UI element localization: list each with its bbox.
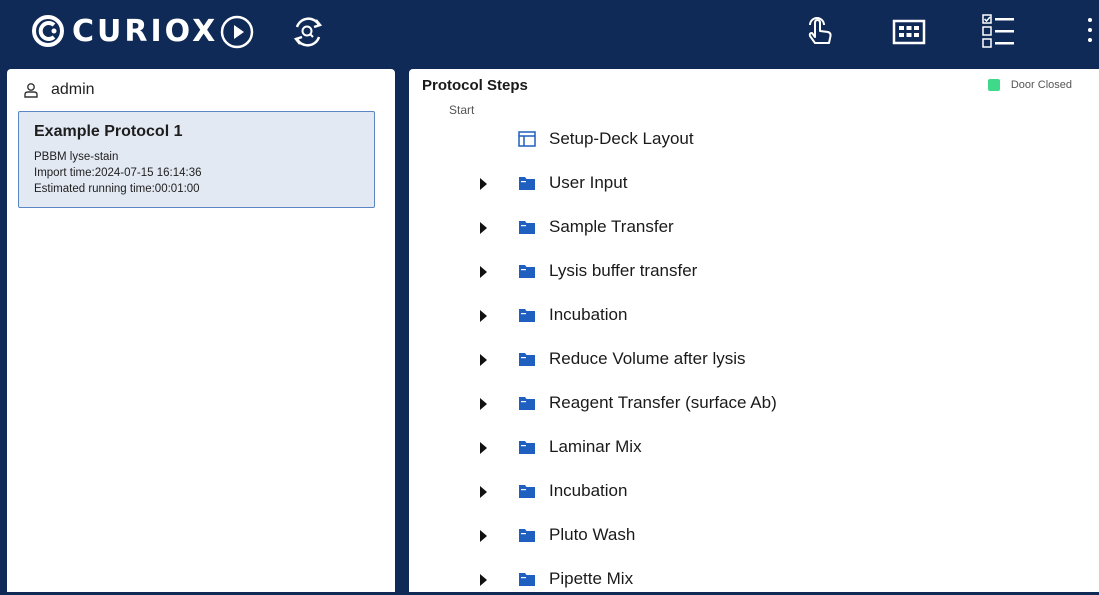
step-label: Sample Transfer: [549, 217, 674, 236]
manual-control-button[interactable]: [799, 12, 839, 52]
protocol-import-time: Import time:2024-07-15 16:14:36: [34, 167, 202, 179]
step-item[interactable]: Incubation: [409, 301, 1069, 331]
step-label: Pluto Wash: [549, 525, 636, 544]
step-item[interactable]: Pluto Wash: [409, 521, 1069, 551]
plate-view-button[interactable]: [889, 12, 929, 52]
step-item[interactable]: Incubation: [409, 477, 1069, 507]
folder-icon: [519, 309, 535, 322]
expand-caret-icon[interactable]: [480, 178, 487, 190]
folder-icon: [519, 529, 535, 542]
logo-text: CURIOX: [72, 13, 219, 49]
step-label: Reduce Volume after lysis: [549, 349, 746, 368]
protocol-running-time: Estimated running time:00:01:00: [34, 183, 200, 195]
step-label: User Input: [549, 173, 628, 192]
refresh-button[interactable]: [288, 12, 328, 52]
expand-caret-icon[interactable]: [480, 486, 487, 498]
step-item[interactable]: Reagent Transfer (surface Ab): [409, 389, 1069, 419]
protocol-card[interactable]: Example Protocol 1 PBBM lyse-stain Impor…: [18, 111, 375, 208]
step-label: Incubation: [549, 305, 628, 324]
protocol-sidebar: admin Example Protocol 1 PBBM lyse-stain…: [7, 69, 395, 592]
protocol-subtitle: PBBM lyse-stain: [34, 151, 119, 163]
start-label: Start: [449, 103, 475, 117]
step-item[interactable]: Pipette Mix: [409, 565, 1069, 595]
step-label: Lysis buffer transfer: [549, 261, 698, 280]
folder-icon: [519, 353, 535, 366]
door-status-indicator: [987, 79, 1000, 91]
step-label: Reagent Transfer (surface Ab): [549, 393, 777, 412]
expand-caret-icon[interactable]: [480, 442, 487, 454]
refresh-search-icon: [293, 17, 323, 47]
run-button[interactable]: [217, 12, 257, 52]
layout-icon: [518, 131, 536, 147]
folder-icon: [519, 265, 535, 278]
step-label: Pipette Mix: [549, 569, 634, 588]
step-label: Setup-Deck Layout: [549, 129, 694, 148]
step-label: Incubation: [549, 481, 628, 500]
user-name: admin: [51, 81, 95, 98]
step-item[interactable]: Laminar Mix: [409, 433, 1069, 463]
step-item[interactable]: Setup-Deck Layout: [409, 125, 1069, 155]
step-item[interactable]: Reduce Volume after lysis: [409, 345, 1069, 375]
protocol-title: Example Protocol 1: [34, 123, 183, 140]
user-icon: [24, 83, 38, 98]
checklist-icon: [982, 14, 1014, 48]
grid-plate-icon: [892, 19, 926, 45]
step-item[interactable]: Sample Transfer: [409, 213, 1069, 243]
top-navigation-bar: CURIOX: [0, 0, 1099, 64]
user-info: admin: [23, 81, 95, 99]
folder-icon: [519, 441, 535, 454]
curiox-logo: CURIOX: [30, 13, 218, 49]
protocol-list-button[interactable]: [978, 12, 1018, 52]
expand-caret-icon[interactable]: [480, 310, 487, 322]
expand-caret-icon[interactable]: [480, 266, 487, 278]
step-label: Laminar Mix: [549, 437, 642, 456]
touch-icon: [808, 17, 832, 44]
door-status-label: Door Closed: [1010, 79, 1072, 91]
protocol-steps-panel: Protocol Steps Door Closed Start Setup-D…: [409, 69, 1099, 592]
panel-title: Protocol Steps: [422, 77, 528, 94]
expand-caret-icon[interactable]: [480, 222, 487, 234]
logo-c-icon: [32, 15, 64, 47]
folder-icon: [519, 573, 535, 586]
folder-icon: [519, 485, 535, 498]
folder-icon: [519, 221, 535, 234]
folder-icon: [519, 177, 535, 190]
expand-caret-icon[interactable]: [480, 354, 487, 366]
door-status: Door Closed: [987, 79, 1072, 91]
more-menu-button[interactable]: [1084, 14, 1096, 50]
more-vert-icon: [1084, 18, 1096, 42]
expand-caret-icon[interactable]: [480, 398, 487, 410]
step-item[interactable]: Lysis buffer transfer: [409, 257, 1069, 287]
play-icon: [220, 15, 254, 49]
folder-icon: [519, 397, 535, 410]
step-item[interactable]: User Input: [409, 169, 1069, 199]
expand-caret-icon[interactable]: [480, 574, 487, 586]
expand-caret-icon[interactable]: [480, 530, 487, 542]
